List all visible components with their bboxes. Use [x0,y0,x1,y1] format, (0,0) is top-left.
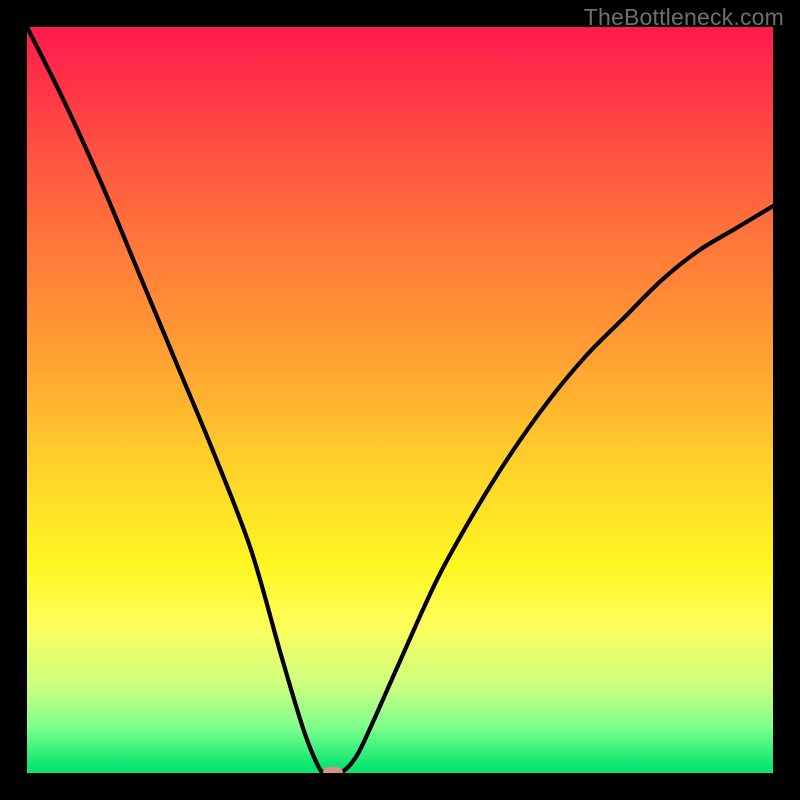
plot-area [27,27,773,773]
bottleneck-curve [27,27,773,773]
chart-frame: TheBottleneck.com [0,0,800,800]
optimum-marker [323,767,343,773]
